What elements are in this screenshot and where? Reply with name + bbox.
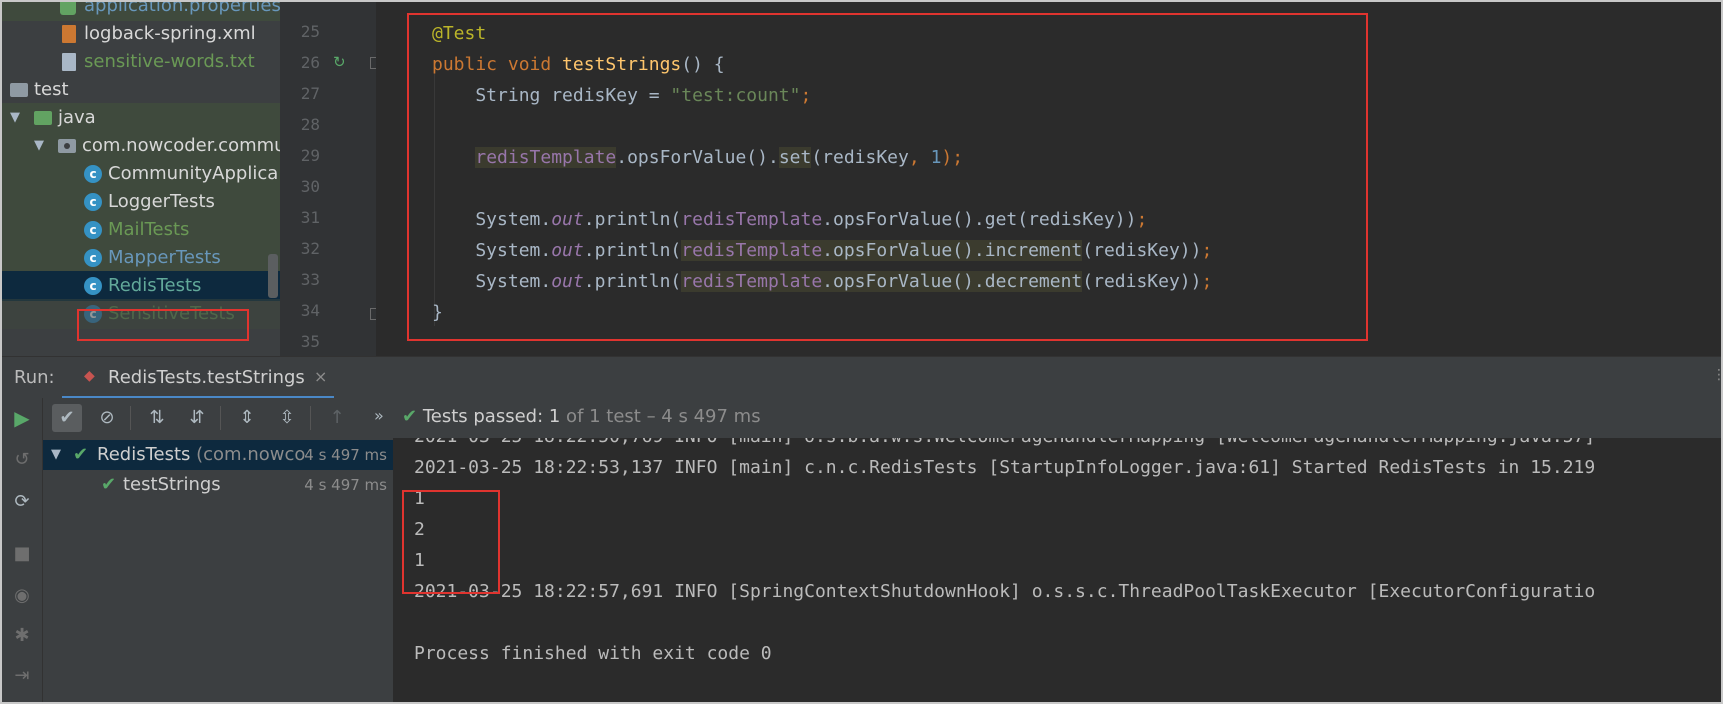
screenshot-frame: [0, 0, 1723, 704]
